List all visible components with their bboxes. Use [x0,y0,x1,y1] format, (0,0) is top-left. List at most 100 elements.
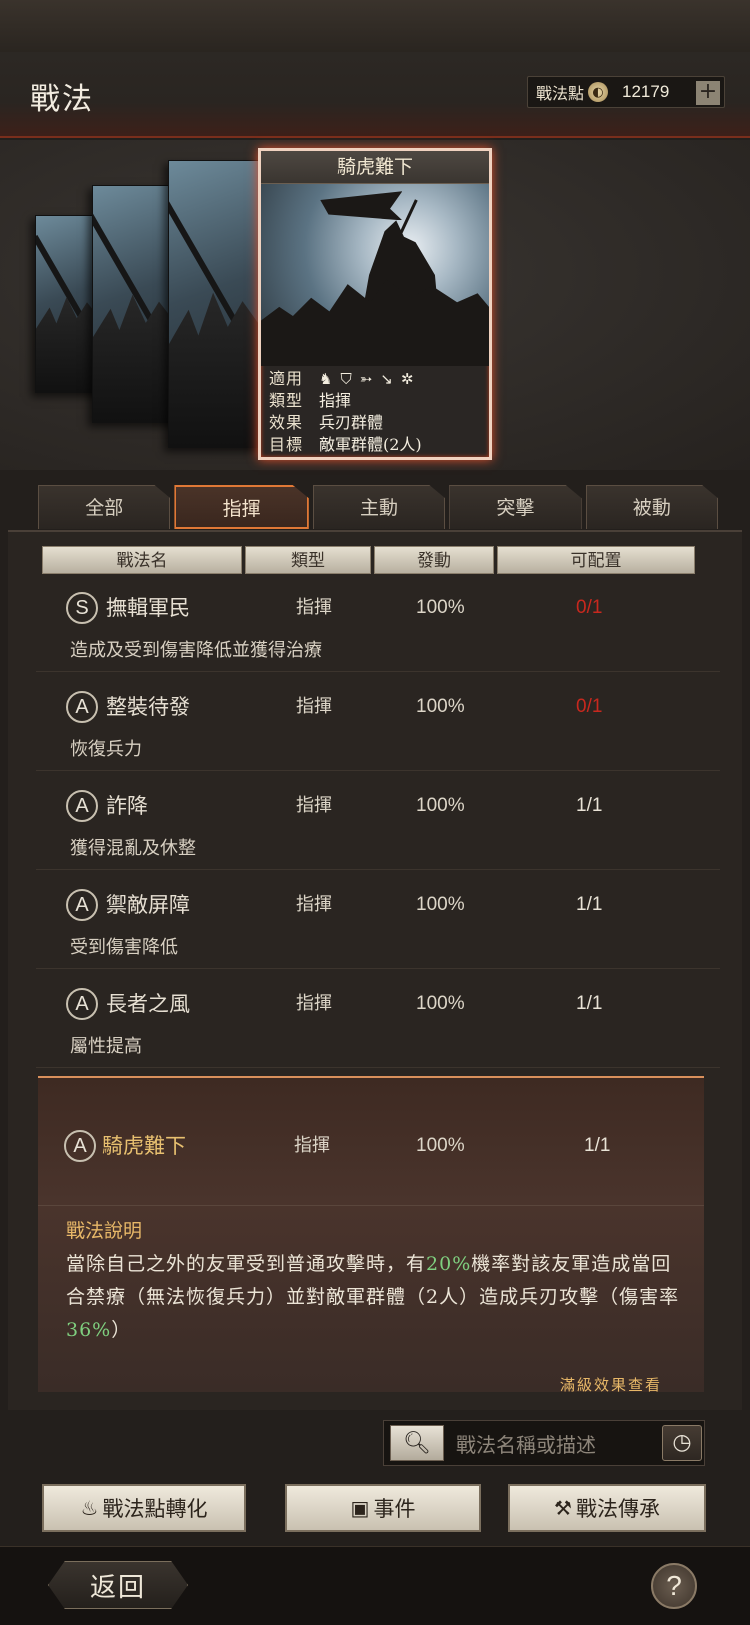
card-info-key: 類型 [269,391,304,410]
points-label: 戰法點 [536,84,585,103]
card-info-key: 效果 [269,413,304,432]
top-decor-band [0,0,750,52]
card-info-row: 類型 指揮 [269,390,481,412]
tactic-rate: 100% [416,597,465,618]
tab-command[interactable]: 指揮 [174,485,309,529]
alert-icon: ▣ [350,1496,370,1520]
tactic-type: 指揮 [296,894,332,915]
back-button[interactable]: 返回 [48,1561,188,1609]
card-info-row: 目標 敵軍群體(2人) [269,434,481,456]
tactic-rate: 100% [416,696,465,717]
featured-tactic-card[interactable]: 騎虎難下 適用 ♞ ⛉ ➳ ↘ ✲ 類型 指揮 效果 兵刃群體 目標 敵軍群體( [258,148,492,460]
tactic-config: 1/1 [576,993,603,1014]
detail-title: 戰法說明 [66,1220,143,1242]
convert-points-label: 戰法點轉化 [102,1497,208,1521]
convert-points-button[interactable]: ♨ 戰法點轉化 [42,1484,246,1532]
max-level-link[interactable]: 滿級效果查看 [560,1374,662,1392]
tab-active[interactable]: 主動 [312,485,446,529]
search-input[interactable]: 戰法名稱或描述 [456,1429,656,1458]
footer-bar: 返回 ? [0,1546,750,1625]
tactic-rate: 100% [416,894,465,915]
tactic-desc: 獲得混亂及休整 [70,838,196,859]
grade-badge: A [64,1130,96,1162]
points-value: 12179 [622,82,670,101]
tactic-type: 指揮 [296,597,332,618]
card-artwork [261,184,489,366]
search-bar: 🔍︎ 戰法名稱或描述 ◷ [383,1420,705,1466]
tactic-desc: 屬性提高 [70,1036,142,1057]
tactic-type: 指揮 [296,795,332,816]
magnifier-icon: 🔍︎ [403,1430,431,1456]
column-headers: 戰法名 類型 發動 可配置 [42,546,695,574]
tactic-rate: 100% [416,795,465,816]
tactic-type: 指揮 [296,993,332,1014]
column-header-name[interactable]: 戰法名 [42,546,242,574]
page-title: 戰法 [30,82,94,117]
tactic-desc: 受到傷害降低 [70,937,178,958]
tactic-row[interactable]: A 長者之風 指揮 100% 1/1 屬性提高 [36,974,720,1068]
tactic-config: 1/1 [584,1135,611,1156]
inherit-button[interactable]: ⚒ 戰法傳承 [508,1484,706,1532]
tactic-row[interactable]: A 禦敵屏障 指揮 100% 1/1 受到傷害降低 [36,875,720,969]
tactic-config: 1/1 [576,795,603,816]
tactic-name: 長者之風 [106,992,190,1016]
card-info-key: 適用 [269,369,304,388]
tactic-row[interactable]: S 撫輯軍民 指揮 100% 0/1 造成及受到傷害降低並獲得治療 [36,578,720,672]
tactic-config: 1/1 [576,894,603,915]
tactic-name: 整裝待發 [106,695,190,719]
selected-tactic-panel: A 騎虎難下 指揮 100% 1/1 戰法說明 當除自己之外的友軍受到普通攻擊時… [38,1076,704,1392]
tactic-name: 詐降 [106,794,148,818]
tactic-config: 0/1 [576,696,603,717]
tactic-desc: 造成及受到傷害降低並獲得治療 [70,640,322,661]
tactic-rate: 100% [416,993,465,1014]
card-info-key: 目標 [269,435,304,454]
header-bar: 戰法 戰法點 ◐ 12179 + [0,52,750,138]
chance-value: 20% [426,1253,472,1275]
search-button[interactable]: 🔍︎ [390,1425,444,1461]
grade-badge: A [66,790,98,822]
action-bar: ♨ 戰法點轉化 ▣ 事件 ⚒ 戰法傳承 [42,1484,710,1532]
tactic-name: 騎虎難下 [102,1134,186,1158]
card-info: 適用 ♞ ⛉ ➳ ↘ ✲ 類型 指揮 效果 兵刃群體 目標 敵軍群體(2人) [261,366,489,458]
tactic-row[interactable]: A 詐降 指揮 100% 1/1 獲得混亂及休整 [36,776,720,870]
tactic-name: 撫輯軍民 [106,596,190,620]
card-info-value: 敵軍群體(2人) [319,435,422,454]
tactic-row[interactable]: A 整裝待發 指揮 100% 0/1 恢復兵力 [36,677,720,771]
card-info-value: 兵刃群體 [319,413,384,432]
column-header-config[interactable]: 可配置 [497,546,695,574]
grade-badge: S [66,592,98,624]
tab-assault[interactable]: 突擊 [449,485,582,529]
unit-icons: ♞ ⛉ ➳ ↘ ✲ [319,368,413,390]
selected-tactic-row[interactable]: A 騎虎難下 指揮 100% 1/1 [38,1078,704,1206]
add-points-button[interactable]: + [696,81,720,105]
tactic-type: 指揮 [294,1135,330,1156]
card-info-row: 效果 兵刃群體 [269,412,481,434]
coin-icon: ◐ [588,82,609,102]
shield-icon: ⛉ [340,370,352,388]
back-label: 返回 [89,1572,146,1603]
tab-all[interactable]: 全部 [38,485,171,529]
tactic-desc: 恢復兵力 [70,739,142,760]
tactic-name: 禦敵屏障 [106,893,190,917]
column-header-type[interactable]: 類型 [245,546,371,574]
tactic-rate: 100% [416,1135,465,1156]
card-title: 騎虎難下 [261,151,489,184]
bow-icon: ➳ [359,370,373,388]
card-info-row: 適用 ♞ ⛉ ➳ ↘ ✲ [269,368,481,390]
column-header-rate[interactable]: 發動 [374,546,494,574]
events-button[interactable]: ▣ 事件 [285,1484,481,1532]
cavalry-icon: ♞ [319,370,333,388]
card-info-value: 指揮 [319,391,352,410]
hammer-icon: ⚒ [554,1496,572,1520]
history-button[interactable]: ◷ [662,1425,702,1461]
flame-icon: ♨ [80,1496,99,1520]
tab-passive[interactable]: 被動 [585,485,719,529]
grade-badge: A [66,988,98,1020]
damage-rate-value: 36% [66,1319,112,1341]
events-label: 事件 [373,1497,416,1521]
grade-badge: A [66,691,98,723]
stacked-card-back-1[interactable] [168,160,268,448]
tactic-points-panel: 戰法點 ◐ 12179 + [527,76,725,108]
tactic-type: 指揮 [296,696,332,717]
help-button[interactable]: ? [651,1563,697,1609]
